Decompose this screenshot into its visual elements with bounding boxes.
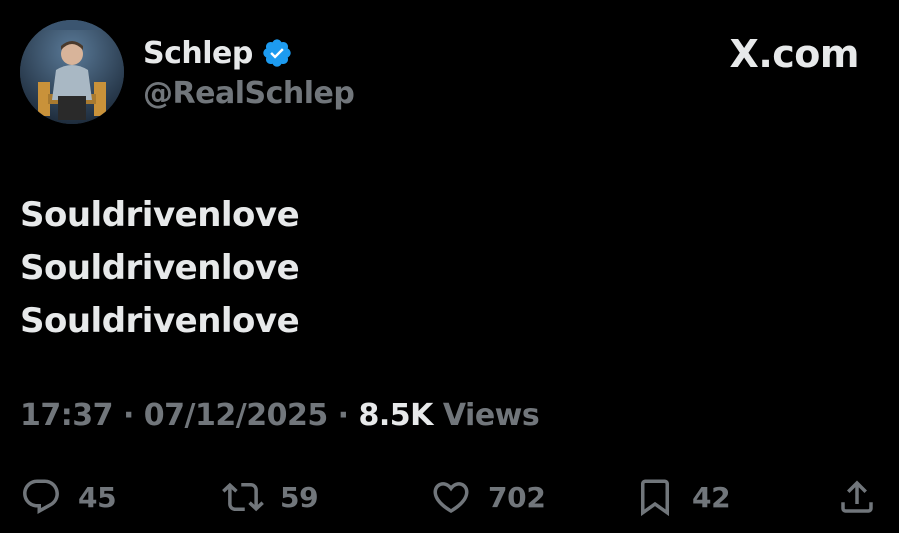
like-button[interactable]: 702 bbox=[430, 474, 546, 520]
like-count: 702 bbox=[488, 480, 546, 514]
verified-badge-icon bbox=[261, 37, 293, 69]
views-label: Views bbox=[432, 398, 540, 433]
bookmark-button[interactable]: 42 bbox=[634, 474, 731, 520]
meta-separator: · bbox=[113, 398, 144, 433]
repost-icon bbox=[222, 482, 264, 512]
bookmark-icon bbox=[641, 479, 669, 517]
avatar[interactable] bbox=[20, 20, 124, 124]
reply-count: 45 bbox=[78, 480, 117, 514]
repost-button[interactable]: 59 bbox=[222, 474, 319, 520]
action-bar: 45 59 702 42 bbox=[0, 474, 899, 522]
tweet-meta: 17:37 · 07/12/2025 · 8.5K Views bbox=[20, 398, 540, 433]
tweet-body: Souldrivenlove Souldrivenlove Souldriven… bbox=[20, 189, 300, 348]
bookmark-count: 42 bbox=[692, 480, 731, 514]
tweet-time[interactable]: 17:37 bbox=[20, 398, 114, 433]
tweet-line: Souldrivenlove bbox=[20, 301, 300, 341]
repost-count: 59 bbox=[280, 480, 319, 514]
tweet-date[interactable]: 07/12/2025 bbox=[144, 398, 328, 433]
brand-label: X.com bbox=[729, 32, 860, 76]
share-button[interactable] bbox=[836, 474, 878, 520]
views-count: 8.5K bbox=[358, 398, 434, 433]
handle[interactable]: @RealSchlep bbox=[143, 76, 355, 111]
display-name[interactable]: Schlep bbox=[143, 36, 253, 71]
reply-button[interactable]: 45 bbox=[20, 474, 117, 520]
reply-icon bbox=[23, 479, 59, 514]
heart-icon bbox=[433, 482, 469, 514]
share-icon bbox=[841, 480, 873, 513]
meta-separator: · bbox=[327, 398, 359, 433]
tweet-line: Souldrivenlove bbox=[20, 248, 300, 288]
tweet-line: Souldrivenlove bbox=[20, 195, 300, 235]
